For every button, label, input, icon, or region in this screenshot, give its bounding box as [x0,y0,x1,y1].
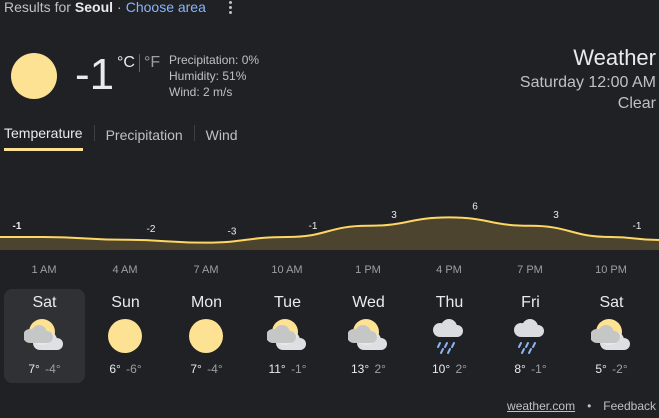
precipitation-detail: Precipitation: 0% [169,53,260,67]
day-temps: 13° 2° [328,362,409,376]
day-temps: 7° -4° [4,362,85,376]
day-card[interactable]: Sat 5° -2° [571,289,652,383]
chart-value-label: -1 [13,221,22,232]
tab-precipitation[interactable]: Precipitation [106,124,183,150]
daily-forecast: Sat 7° -4° Sun 6° -6° Mon 7° -4° Tue 11° -1° Wed… [4,289,652,383]
high-temp: 10° [432,362,451,376]
rain-icon [510,316,550,356]
day-temps: 11° -1° [247,362,328,376]
day-temps: 7° -4° [166,362,247,376]
day-name: Sat [32,294,57,311]
high-temp: 11° [268,362,286,376]
high-temp: 13° [351,362,370,376]
day-temps: 6° -6° [85,362,166,376]
rain-icon [429,316,469,356]
sun-icon [11,53,57,99]
high-temp: 5° [595,362,607,376]
high-temp: 7° [28,362,40,376]
unit-toggle: °C °F [117,54,160,72]
chart-time-label: 1 AM [31,264,56,276]
day-name: Wed [352,294,385,311]
low-temp: -4° [207,362,223,376]
low-temp: 2° [374,362,386,376]
weather-title: Weather [573,45,656,70]
weather-summary: Weather Saturday 12:00 AM Clear [520,44,656,114]
temperature-chart: -1 1 AM -2 4 AM -3 7 AM -1 10 AM 3 1 PM 6 4 PM 3 7 PM… [0,201,659,276]
humidity-detail: Humidity: 51% [169,69,247,83]
day-name: Sun [111,294,140,311]
chart-time-label: 7 AM [193,264,218,276]
sun-icon [186,316,226,356]
chart-time-label: 4 AM [112,264,137,276]
day-card[interactable]: Fri 8° -1° [490,289,571,383]
chart-value-label: 3 [391,210,397,221]
day-card[interactable]: Wed 13° 2° [328,289,409,383]
day-name: Mon [190,294,223,311]
results-header: Results for Seoul · Choose area [4,0,206,17]
day-name: Fri [521,294,540,311]
sun-icon [105,316,145,356]
location-name: Seoul [74,0,114,15]
weather-condition: Clear [617,95,656,112]
low-temp: -4° [45,362,61,376]
wind-detail: Wind: 2 m/s [169,85,233,99]
results-prefix: Results for [4,0,71,15]
weather-time: Saturday 12:00 AM [519,74,656,91]
header-separator: · [117,0,122,15]
chart-area [0,217,659,250]
high-temp: 8° [514,362,526,376]
chart-value-label: -1 [309,221,318,232]
tab-divider [193,125,195,141]
chart-time-label: 4 PM [436,264,462,276]
day-card[interactable]: Sun 6° -6° [85,289,166,383]
fahrenheit-button[interactable]: °F [144,54,160,72]
choose-area-link[interactable]: Choose area [126,0,206,15]
source-link[interactable]: weather.com [507,399,575,413]
day-name: Tue [274,294,301,311]
chart-value-label: 3 [553,210,559,221]
tab-temperature[interactable]: Temperature [4,122,83,151]
low-temp: -2° [612,362,628,376]
low-temp: -1° [291,362,307,376]
chart-time-label: 10 AM [271,264,302,276]
partly-cloudy-icon [23,316,64,356]
chart-value-label: -3 [228,227,237,238]
day-card[interactable]: Thu 10° 2° [409,289,490,383]
unit-divider [138,54,140,72]
partly-cloudy-icon [266,316,307,356]
chart-time-label: 7 PM [517,264,543,276]
footer-separator: • [587,399,592,413]
footer: weather.com • Feedback [507,399,656,413]
low-temp: 2° [455,362,467,376]
tab-wind[interactable]: Wind [206,124,238,150]
day-temps: 8° -1° [490,362,571,376]
day-card[interactable]: Tue 11° -1° [247,289,328,383]
partly-cloudy-icon [590,316,631,356]
tab-divider [93,125,95,141]
high-temp: 6° [109,362,121,376]
chart-time-label: 1 PM [355,264,381,276]
day-card[interactable]: Sat 7° -4° [4,289,85,383]
chart-tabs: Temperature Precipitation Wind [4,122,238,151]
low-temp: -1° [531,362,547,376]
celsius-button[interactable]: °C [117,54,135,72]
weather-details: Precipitation: 0% Humidity: 51% Wind: 2 … [169,52,259,100]
feedback-link[interactable]: Feedback [603,399,656,413]
more-options-icon[interactable] [222,0,238,17]
chart-value-label: -1 [633,221,642,232]
day-temps: 5° -2° [571,362,652,376]
current-temperature: -1 [75,50,115,99]
partly-cloudy-icon [347,316,388,356]
high-temp: 7° [190,362,202,376]
chart-time-label: 10 PM [595,264,627,276]
low-temp: -6° [126,362,142,376]
chart-value-label: 6 [472,201,478,212]
day-card[interactable]: Mon 7° -4° [166,289,247,383]
chart-value-label: -2 [147,224,156,235]
day-temps: 10° 2° [409,362,490,376]
day-name: Sat [599,294,624,311]
day-name: Thu [435,294,464,311]
